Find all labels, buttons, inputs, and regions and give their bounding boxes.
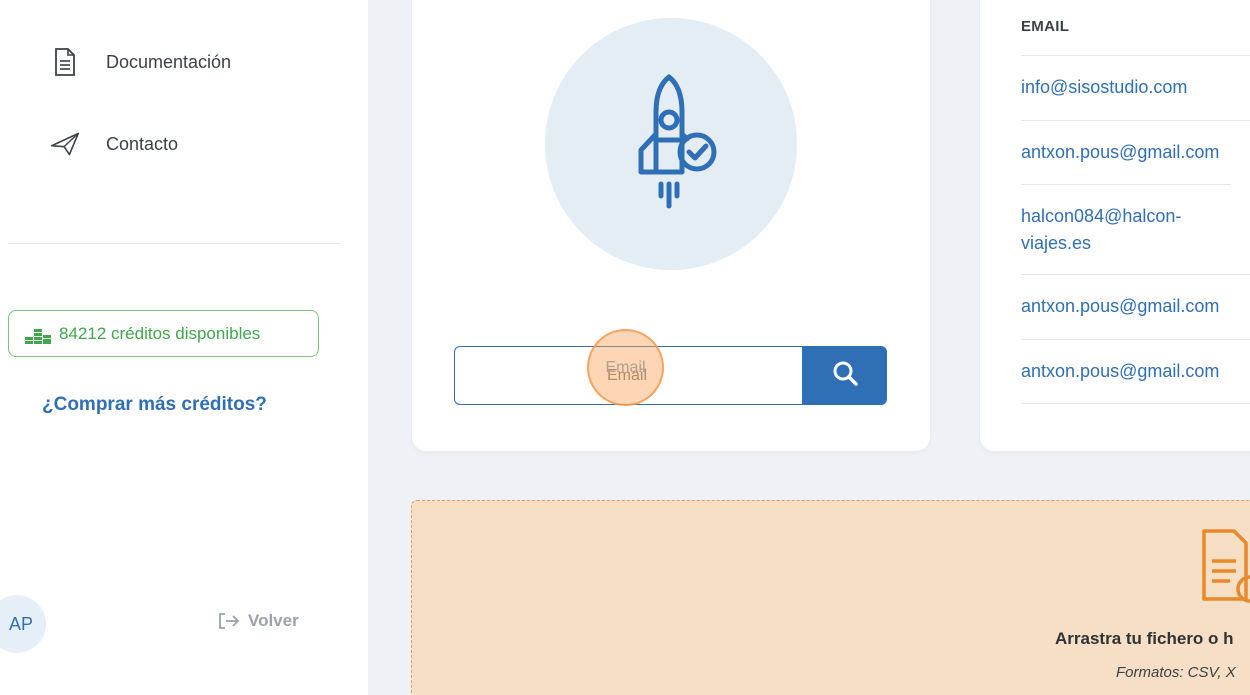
email-row[interactable]: halcon084@halcon-viajes.es [1021,184,1231,274]
email-value: halcon084@halcon-viajes.es [1021,206,1182,253]
search-button[interactable] [802,346,887,405]
coins-icon [23,323,53,345]
back-button[interactable]: Volver [218,611,299,631]
nav-item-documentacion[interactable]: Documentación [50,47,231,77]
email-value: antxon.pous@gmail.com [1021,296,1220,316]
email-list-card: EMAIL info@sisostudio.com antxon.pous@gm… [980,0,1250,451]
dropzone-formats: Formatos: CSV, X [1116,664,1236,681]
avatar[interactable]: AP [0,595,46,653]
email-column-header: EMAIL [1021,18,1070,35]
dropzone-instructions: Arrastra tu fichero o h [1055,629,1234,648]
sidebar: Documentación Contacto 84212 créditos di… [0,0,368,695]
email-row[interactable]: info@sisostudio.com [1021,55,1250,120]
nav-label-contacto: Contacto [106,133,179,154]
back-label: Volver [248,611,299,630]
sidebar-divider [8,243,340,244]
paper-plane-icon [50,129,80,159]
credits-badge: 84212 créditos disponibles [8,310,319,357]
logout-arrow-icon [218,612,240,630]
document-icon [50,47,80,77]
email-value: antxon.pous@gmail.com [1021,361,1220,381]
typed-text: Email [605,358,646,376]
click-indicator: Email [587,329,664,406]
rocket-check-icon [621,72,721,217]
nav-item-contacto[interactable]: Contacto [50,129,178,159]
email-search-bar [454,346,887,405]
buy-credits-link[interactable]: ¿Comprar más créditos? [42,394,267,416]
email-value: antxon.pous@gmail.com [1021,142,1220,162]
file-upload-icon [1202,527,1250,612]
search-card: Email [412,0,930,451]
email-value: info@sisostudio.com [1021,77,1188,97]
email-row[interactable]: antxon.pous@gmail.com [1021,120,1250,184]
email-row[interactable]: antxon.pous@gmail.com [1021,274,1250,339]
file-dropzone[interactable]: Arrastra tu fichero o h Formatos: CSV, X [411,500,1250,695]
nav-label-documentacion: Documentación [106,51,232,72]
search-icon [832,360,858,391]
email-row[interactable]: antxon.pous@gmail.com [1021,339,1250,404]
rocket-illustration [545,18,797,270]
credits-label: 84212 créditos disponibles [59,323,261,343]
